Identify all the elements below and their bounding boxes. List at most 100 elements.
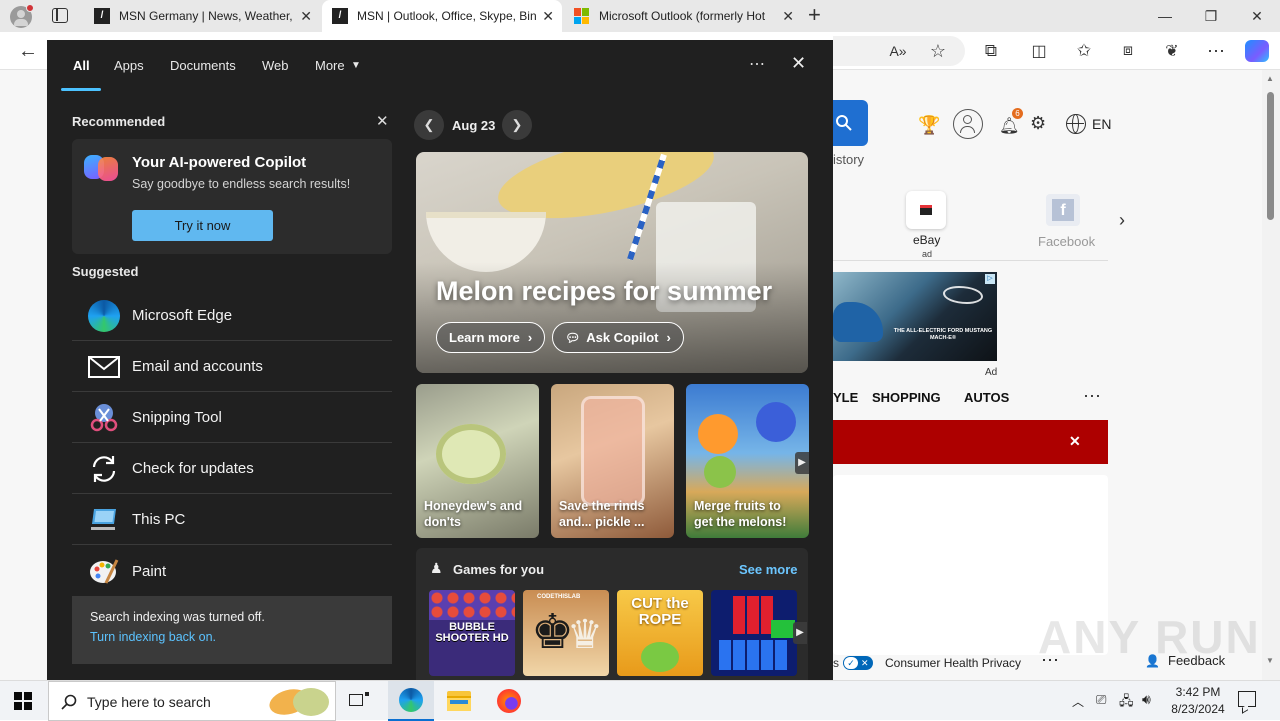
nav-lifestyle[interactable]: YLE — [833, 390, 858, 405]
berry-character-image — [756, 402, 796, 442]
tab-web[interactable]: Web — [262, 58, 289, 73]
network-icon[interactable]: 🖧︎ — [1119, 692, 1134, 714]
new-tab-button[interactable]: + — [808, 3, 821, 27]
notifications-icon[interactable]: 🔔︎ — [999, 116, 1019, 136]
profile-avatar-icon[interactable] — [10, 4, 34, 28]
try-it-now-button[interactable]: Try it now — [132, 210, 273, 241]
collections-icon[interactable]: ⧈ — [1114, 38, 1142, 64]
tab-documents[interactable]: Documents — [170, 58, 236, 73]
facebook-icon: f — [1052, 199, 1074, 221]
turn-indexing-on-link[interactable]: Turn indexing back on. — [90, 630, 374, 644]
om-nom-icon — [641, 642, 679, 672]
more-options-icon[interactable]: ⋯ — [1202, 38, 1230, 64]
cards-next-button[interactable]: ▶ — [795, 452, 809, 474]
extensions-icon[interactable]: ⧉ — [977, 38, 1005, 64]
favorites-icon[interactable]: ✩ — [1070, 38, 1098, 64]
edge-icon — [399, 688, 423, 712]
game-cut-the-rope[interactable]: CUT the ROPE — [617, 590, 703, 676]
game-bubble-shooter[interactable]: BUBBLE SHOOTER HD — [429, 590, 515, 676]
close-icon[interactable]: ✕ — [1069, 433, 1081, 450]
nav-shopping[interactable]: SHOPPING — [872, 390, 941, 405]
games-next-button[interactable]: ▶ — [793, 622, 807, 644]
tab-more[interactable]: More — [315, 58, 345, 73]
firefox-icon[interactable] — [497, 689, 521, 713]
indexing-notice: Search indexing was turned off. Turn ind… — [72, 596, 392, 664]
language-globe-icon[interactable] — [1066, 114, 1086, 134]
close-tab-icon[interactable]: ✕ — [782, 8, 794, 24]
notification-center-icon[interactable] — [1238, 691, 1256, 714]
see-more-link[interactable]: See more — [739, 562, 798, 577]
chevron-up-icon[interactable]: ︿ — [1072, 693, 1084, 710]
taskbar-edge-button[interactable] — [388, 681, 434, 721]
clock-time[interactable]: 3:42 PM — [1172, 685, 1224, 699]
suggested-item-snipping-tool[interactable]: Snipping Tool — [72, 393, 392, 443]
game-chess[interactable]: CODETHISLAB ♚ ♛ — [523, 590, 609, 676]
split-screen-icon[interactable]: ◫ — [1025, 38, 1053, 64]
suggested-item-email-accounts[interactable]: Email and accounts — [72, 342, 392, 392]
previous-day-button[interactable]: ❮ — [414, 110, 444, 140]
settings-gear-icon[interactable]: ⚙ — [1030, 113, 1046, 134]
favorite-star-icon[interactable]: ☆ — [924, 38, 952, 64]
quicklink-facebook[interactable]: f — [1046, 194, 1080, 226]
task-view-icon[interactable] — [349, 692, 369, 710]
card-honeydew[interactable]: Honeydew's and don'ts — [416, 384, 539, 538]
close-window-button[interactable]: ✕ — [1234, 0, 1280, 32]
search-history-link[interactable]: istory — [833, 152, 864, 167]
ask-copilot-button[interactable]: 💬︎ Ask Copilot › — [552, 322, 684, 353]
card-merge-fruits[interactable]: Merge fruits to get the melons! — [686, 384, 809, 538]
tab-msn-germany[interactable]: / MSN Germany | News, Weather, ✕ — [84, 0, 320, 32]
quicklink-label: eBay — [913, 233, 941, 247]
read-aloud-icon[interactable]: A» — [884, 38, 912, 64]
copilot-subtitle: Say goodbye to endless search results! — [132, 177, 351, 191]
scrollbar[interactable]: ▲ ▼ — [1262, 70, 1280, 680]
notification-badge: 6 — [1012, 108, 1023, 119]
tab-outlook[interactable]: Microsoft Outlook (formerly Hot ✕ — [564, 0, 802, 32]
suggested-item-check-updates[interactable]: Check for updates — [72, 444, 392, 494]
more-options-icon[interactable]: ⋯ — [749, 54, 765, 74]
adchoices-icon[interactable]: ▷ — [985, 274, 995, 284]
tab-msn-outlook[interactable]: / MSN | Outlook, Office, Skype, Bin ✕ — [322, 0, 562, 32]
nav-autos[interactable]: AUTOS — [964, 390, 1009, 405]
restore-button[interactable]: ❐ — [1188, 0, 1234, 32]
consumer-health-privacy-link[interactable]: Consumer Health Privacy — [885, 656, 1021, 670]
meet-now-icon[interactable]: ⎚ — [1096, 692, 1106, 708]
back-button[interactable]: ← — [14, 38, 42, 64]
ad-banner[interactable]: THE ALL-ELECTRIC FORD MUSTANG MACH-E® ▷ — [833, 272, 997, 361]
chevron-right-icon[interactable]: › — [1119, 210, 1125, 231]
privacy-choices-icon[interactable]: ✓ ✕ — [843, 656, 873, 670]
file-explorer-icon[interactable] — [447, 691, 471, 711]
suggested-item-this-pc[interactable]: This PC — [72, 495, 392, 545]
taskbar-search-box[interactable]: Type here to search — [48, 681, 336, 721]
hero-melon-card[interactable]: Melon recipes for summer Learn more › 💬︎ A… — [416, 152, 808, 373]
tab-apps[interactable]: Apps — [114, 58, 144, 73]
msn-favicon-icon: / — [332, 8, 348, 24]
language-label[interactable]: EN — [1092, 116, 1111, 132]
close-tab-icon[interactable]: ✕ — [300, 8, 312, 24]
windows-taskbar: Type here to search ︿ ⎚ 🖧︎ 🔊︎ 3:42 PM 8/… — [0, 680, 1280, 721]
suggested-item-microsoft-edge[interactable]: Microsoft Edge — [72, 291, 392, 341]
tab-all[interactable]: All — [73, 58, 90, 73]
learn-more-button[interactable]: Learn more › — [436, 322, 546, 353]
suggested-heading: Suggested — [72, 264, 139, 279]
jar-image — [581, 396, 645, 506]
next-day-button[interactable]: ❯ — [502, 110, 532, 140]
copilot-icon[interactable] — [1245, 40, 1269, 62]
card-pickle-rinds[interactable]: Save the rinds and... pickle ... — [551, 384, 674, 538]
close-tab-icon[interactable]: ✕ — [542, 8, 554, 24]
minimize-button[interactable]: — — [1142, 0, 1188, 32]
performance-icon[interactable]: ❦ — [1158, 38, 1186, 64]
volume-icon[interactable]: 🔊︎ — [1142, 691, 1151, 708]
dismiss-recommended-icon[interactable]: ✕ — [376, 112, 389, 130]
chevron-down-icon[interactable]: ▼ — [351, 60, 361, 71]
nav-more-icon[interactable]: ⋯ — [1083, 386, 1101, 407]
tab-actions-icon[interactable] — [52, 8, 68, 23]
game-blocks[interactable] — [711, 590, 797, 676]
clock-date[interactable]: 8/23/2024 — [1164, 702, 1232, 716]
account-icon[interactable] — [953, 109, 983, 139]
quicklink-ebay[interactable] — [906, 191, 946, 229]
close-panel-icon[interactable]: ✕ — [791, 53, 806, 74]
rewards-icon[interactable]: 🏆 — [918, 115, 940, 136]
start-windows-icon[interactable] — [14, 692, 32, 710]
indexing-message: Search indexing was turned off. — [90, 610, 265, 624]
suggested-item-paint[interactable]: Paint — [72, 546, 392, 596]
